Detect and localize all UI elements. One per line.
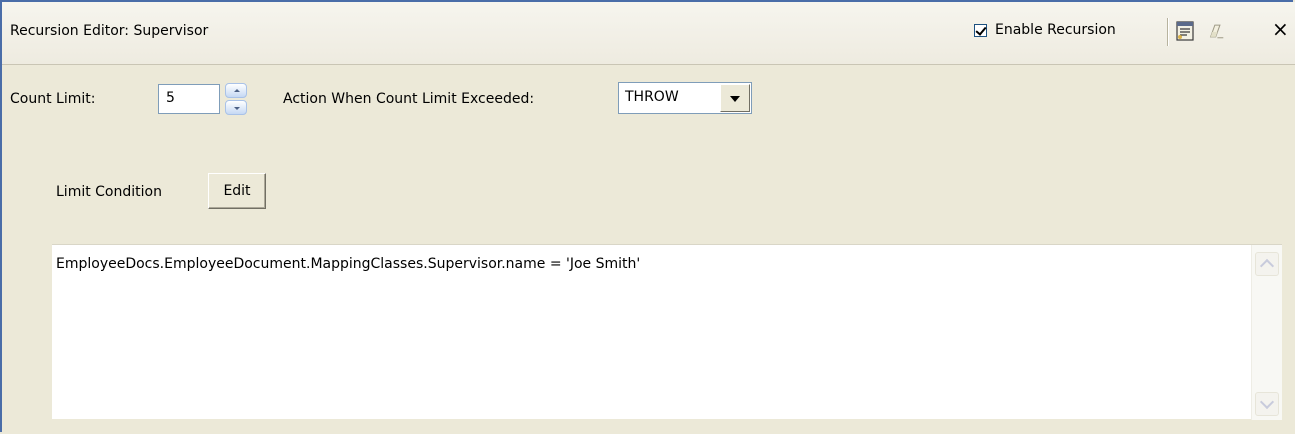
count-limit-spinner: [225, 83, 247, 115]
window-title: Recursion Editor: Supervisor: [10, 23, 209, 39]
edit-button[interactable]: Edit: [208, 173, 266, 209]
vertical-scrollbar[interactable]: [1251, 245, 1282, 420]
action-selected-value: THROW: [625, 89, 679, 105]
chevron-down-icon: [234, 107, 240, 110]
chevron-down-icon: [1259, 394, 1275, 410]
spinner-up-button[interactable]: [225, 83, 247, 98]
chevron-up-icon: [1259, 258, 1275, 274]
dropdown-arrow-icon[interactable]: [720, 84, 750, 112]
eraser-icon[interactable]: [1203, 20, 1225, 42]
enable-recursion-checkbox[interactable]: [974, 23, 987, 37]
title-bar: Recursion Editor: Supervisor Enable Recu…: [2, 2, 1295, 65]
count-limit-label: Count Limit:: [10, 91, 96, 107]
enable-recursion-toggle[interactable]: Enable Recursion: [974, 22, 1116, 38]
scroll-up-button[interactable]: [1255, 252, 1279, 276]
close-icon[interactable]: ×: [1272, 19, 1289, 39]
condition-textarea[interactable]: EmployeeDocs.EmployeeDocument.MappingCla…: [52, 244, 1282, 420]
properties-icon[interactable]: [1174, 20, 1196, 42]
condition-expression: EmployeeDocs.EmployeeDocument.MappingCla…: [56, 256, 641, 272]
toolbar-separator: [1167, 18, 1168, 46]
action-select[interactable]: THROW: [618, 82, 752, 114]
chevron-up-icon: [234, 89, 240, 92]
enable-recursion-label: Enable Recursion: [995, 22, 1116, 38]
spinner-down-button[interactable]: [225, 100, 247, 115]
scroll-down-button[interactable]: [1255, 392, 1279, 416]
count-limit-input[interactable]: 5: [158, 84, 220, 114]
action-label: Action When Count Limit Exceeded:: [283, 91, 535, 107]
limit-condition-label: Limit Condition: [56, 184, 162, 200]
